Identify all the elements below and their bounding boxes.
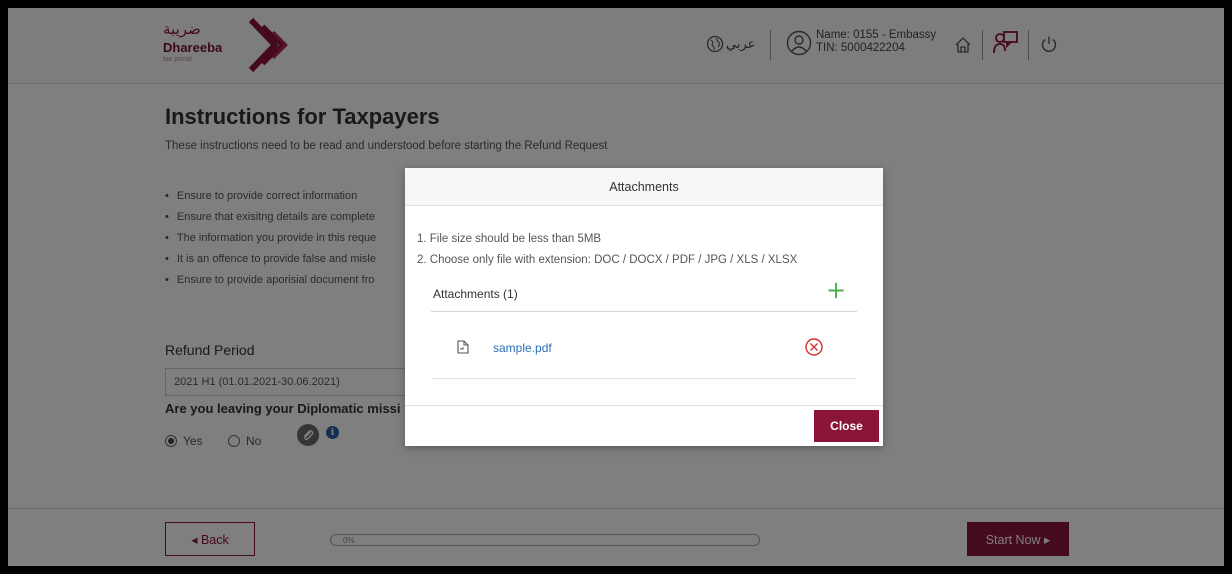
attachments-dialog: Attachments 1. File size should be less … [405, 168, 883, 446]
file-size-rule: 1. File size should be less than 5MB [417, 233, 602, 245]
app-window: ضريبة Dhareeba tax portal عربي Name: 015… [8, 8, 1224, 566]
add-attachment-icon[interactable]: + [825, 278, 847, 302]
remove-attachment-icon[interactable] [804, 337, 824, 361]
file-type-rule: 2. Choose only file with extension: DOC … [417, 254, 798, 266]
dialog-title: Attachments [405, 168, 883, 206]
divider [431, 378, 857, 379]
document-icon [455, 339, 471, 359]
divider [431, 311, 857, 312]
attachments-count-title: Attachments (1) [433, 287, 518, 301]
dialog-footer: Close [405, 405, 883, 446]
close-button[interactable]: Close [814, 410, 879, 442]
attachment-file-link[interactable]: sample.pdf [493, 341, 552, 355]
